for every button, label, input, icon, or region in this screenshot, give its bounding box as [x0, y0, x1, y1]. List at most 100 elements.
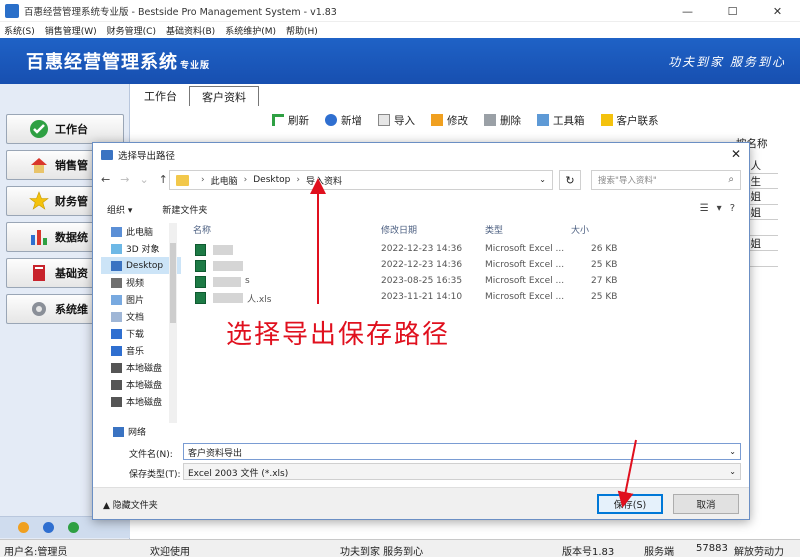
hide-folders-toggle[interactable]: ▲ 隐藏文件夹: [103, 498, 158, 511]
redacted-name: [213, 261, 243, 271]
column-header-name[interactable]: 名称: [193, 223, 211, 241]
cancel-button[interactable]: 取消: [673, 494, 739, 514]
chevron-down-icon[interactable]: ⌄: [139, 173, 148, 186]
clock-icon[interactable]: [43, 522, 54, 533]
book-icon: [33, 265, 45, 281]
toolbox-button[interactable]: 工具箱: [537, 113, 585, 128]
column-header-size[interactable]: 大小: [571, 223, 589, 241]
refresh-button[interactable]: ↻: [559, 170, 581, 190]
address-bar[interactable]: › 此电脑 › Desktop › 导入资料 ⌄: [169, 170, 553, 190]
refresh-button[interactable]: 刷新: [272, 113, 309, 128]
main-toolbar: 刷新 新增 导入 修改 删除 工具箱 客户联系: [132, 110, 800, 130]
refresh-icon[interactable]: [68, 522, 79, 533]
dialog-close-icon[interactable]: ✕: [731, 147, 741, 161]
contact-button[interactable]: 客户联系: [600, 113, 659, 128]
briefcase-icon: [600, 114, 613, 126]
file-row[interactable]: 2022-12-23 14:36 Microsoft Excel ... 25 …: [187, 259, 747, 274]
help-icon[interactable]: ?: [730, 203, 735, 214]
up-arrow-icon[interactable]: ↑: [159, 173, 168, 186]
window-title: 百惠经营管理系统专业版 - Bestside Pro Management Sy…: [24, 6, 337, 18]
menu-system[interactable]: 系统(S): [4, 24, 35, 37]
pencil-icon: [431, 114, 443, 126]
scrollbar-thumb[interactable]: [170, 243, 176, 323]
status-extra: 解放劳动力: [734, 547, 784, 557]
maximize-icon[interactable]: ☐: [710, 0, 755, 22]
filename-label: 文件名(N):: [129, 450, 173, 460]
view-mode-icon[interactable]: ☰: [700, 203, 709, 214]
file-row[interactable]: s 2023-08-25 16:35 Microsoft Excel ... 2…: [187, 275, 747, 290]
breadcrumb-item[interactable]: Desktop: [253, 175, 290, 185]
forward-arrow-icon[interactable]: →: [120, 173, 129, 186]
filename-row: 文件名(N): 客户资料导出 ⌄: [93, 441, 749, 463]
annotation-text: 选择导出保存路径: [226, 320, 451, 350]
breadcrumb-item[interactable]: 此电脑: [211, 174, 238, 187]
pencil-icon[interactable]: [18, 522, 29, 533]
search-icon: ⌕: [728, 174, 734, 185]
back-arrow-icon[interactable]: ←: [101, 173, 110, 186]
window-controls: — ☐ ✕: [665, 0, 800, 22]
menu-finance[interactable]: 财务管理(C): [107, 24, 156, 37]
menu-help[interactable]: 帮助(H): [286, 24, 318, 37]
check-icon: [30, 120, 48, 138]
menu-bar: 系统(S) 销售管理(W) 财务管理(C) 基础资料(B) 系统维护(M) 帮助…: [0, 22, 800, 38]
filename-input[interactable]: 客户资料导出 ⌄: [183, 443, 741, 460]
trash-icon: [484, 114, 496, 126]
dialog-footer: ▲ 隐藏文件夹 保存(S) 取消: [93, 487, 749, 519]
main-tabs: 工作台 客户资料: [132, 86, 259, 106]
chevron-down-icon[interactable]: ⌄: [539, 175, 546, 184]
file-row[interactable]: 人.xls 2023-11-21 14:10 Microsoft Excel .…: [187, 291, 747, 306]
status-version: 版本号1.83: [562, 547, 615, 557]
plus-icon: [325, 114, 337, 126]
nav-arrows: ← → ⌄ ↑: [101, 173, 168, 186]
search-input[interactable]: 搜索"导入资料" ⌕: [591, 170, 741, 190]
filetype-row: 保存类型(T): Excel 2003 文件 (*.xls) ⌄: [93, 461, 749, 483]
network-icon: [113, 426, 124, 437]
house-icon: [31, 158, 47, 173]
filetype-select[interactable]: Excel 2003 文件 (*.xls) ⌄: [183, 463, 741, 480]
column-header-type[interactable]: 类型: [485, 223, 503, 241]
organize-button[interactable]: 组织 ▾: [107, 203, 132, 216]
menu-basic-data[interactable]: 基础资料(B): [166, 24, 215, 37]
delete-button[interactable]: 删除: [484, 113, 521, 128]
download-icon: [111, 328, 122, 339]
brand-slogan: 功夫到家 服务到心: [668, 55, 786, 69]
document-icon: [111, 311, 122, 322]
excel-file-icon: [195, 276, 206, 288]
cube-icon: [111, 243, 122, 254]
save-button[interactable]: 保存(S): [597, 494, 663, 514]
column-header-modified[interactable]: 修改日期: [381, 223, 417, 241]
tree-scrollbar[interactable]: [169, 223, 177, 423]
tab-customers[interactable]: 客户资料: [189, 86, 259, 106]
folder-icon: [101, 150, 113, 160]
nav-workbench-button[interactable]: 工作台: [6, 114, 124, 144]
minimize-icon[interactable]: —: [665, 0, 710, 22]
status-welcome: 欢迎使用: [150, 547, 190, 557]
chevron-down-icon[interactable]: ⌄: [729, 447, 736, 456]
refresh-icon: ↻: [565, 173, 575, 187]
gear-icon: [32, 302, 46, 316]
picture-icon: [111, 294, 122, 305]
desktop-icon: [111, 260, 122, 271]
import-icon: [378, 114, 390, 126]
chevron-down-icon[interactable]: ▾: [717, 203, 722, 214]
chevron-down-icon[interactable]: ⌄: [729, 467, 736, 476]
tab-workbench[interactable]: 工作台: [132, 86, 189, 106]
network-node: 网络: [101, 423, 181, 441]
excel-file-icon: [195, 260, 206, 272]
import-button[interactable]: 导入: [378, 113, 415, 128]
file-row[interactable]: 2022-12-23 14:36 Microsoft Excel ... 26 …: [187, 243, 747, 258]
menu-maintenance[interactable]: 系统维护(M): [225, 24, 276, 37]
redacted-name: [213, 293, 243, 303]
menu-sales[interactable]: 销售管理(W): [45, 24, 97, 37]
breadcrumb-item[interactable]: 导入资料: [306, 174, 342, 187]
redacted-name: [213, 277, 241, 287]
edit-button[interactable]: 修改: [431, 113, 468, 128]
tree-item[interactable]: 网络: [101, 423, 181, 440]
drive-icon: [111, 396, 122, 407]
add-button[interactable]: 新增: [325, 113, 362, 128]
close-icon[interactable]: ✕: [755, 0, 800, 22]
view-controls: ☰ ▾ ?: [700, 203, 735, 214]
refresh-icon: [272, 114, 284, 126]
new-folder-button[interactable]: 新建文件夹: [162, 203, 207, 216]
excel-file-icon: [195, 292, 206, 304]
